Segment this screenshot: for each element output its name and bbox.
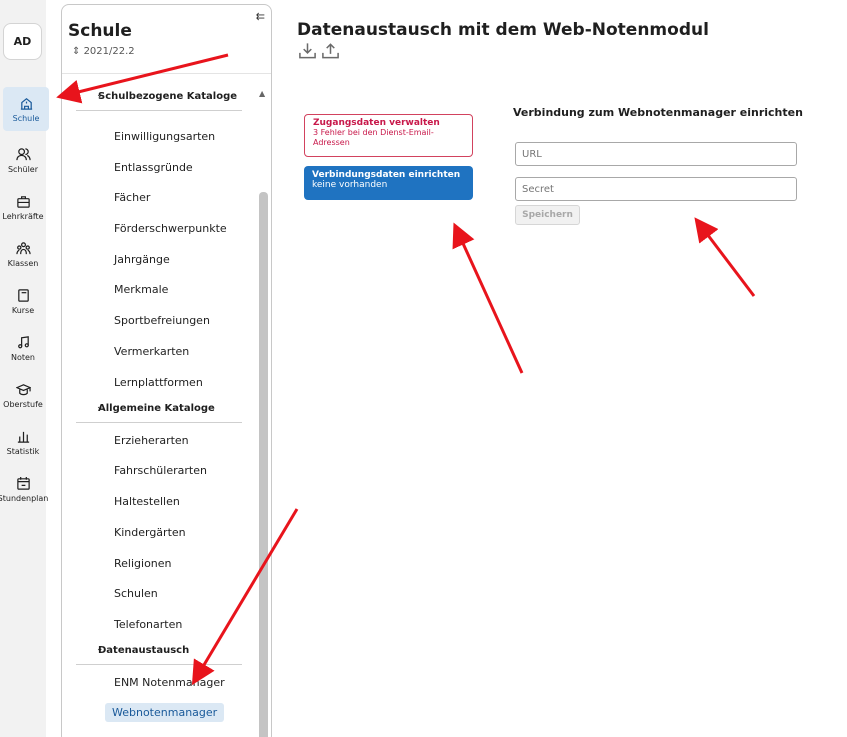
rail-item-label: Lehrkräfte <box>2 211 44 221</box>
rail-item-statistik[interactable]: Statistik <box>0 420 46 464</box>
group-divider <box>76 664 242 665</box>
chevron-down-icon: ⌄ <box>96 402 104 412</box>
group-title: Datenaustausch <box>98 645 190 656</box>
users-icon <box>15 147 31 160</box>
sidebar-item-einwilligungsarten[interactable]: Einwilligungsarten <box>114 130 215 143</box>
upload-icon[interactable] <box>321 42 340 60</box>
download-icon[interactable] <box>298 42 317 60</box>
group-divider <box>76 422 242 423</box>
setup-connection-button[interactable]: Verbindungsdaten einrichten keine vorhan… <box>304 166 473 200</box>
button-title: Verbindungsdaten einrichten <box>312 170 461 180</box>
sidebar-scrollbar[interactable] <box>259 192 268 737</box>
group-header-allgemeine-kataloge[interactable]: ⌄ Allgemeine Kataloge <box>76 402 242 414</box>
app-root: AD Schule Schüler Lehrkräfte Klassen Kur… <box>0 0 847 737</box>
music-note-icon <box>17 335 29 348</box>
sidebar-item-faecher[interactable]: Fächer <box>114 191 150 204</box>
page-title: Datenaustausch mit dem Web-Notenmodul <box>297 20 709 40</box>
sidebar-item-merkmale[interactable]: Merkmale <box>114 283 168 296</box>
sidebar-item-telefonarten[interactable]: Telefonarten <box>114 618 182 631</box>
rail-item-schueler[interactable]: Schüler <box>0 138 46 182</box>
bar-chart-icon <box>17 431 29 443</box>
collapse-left-icon[interactable]: ⇇ <box>256 10 265 23</box>
sidebar-item-fahrschuelerarten[interactable]: Fahrschülerarten <box>114 464 207 477</box>
school-year-selector[interactable]: ⇕ 2021/22.2 <box>72 46 135 57</box>
sidebar-item-kindergaerten[interactable]: Kindergärten <box>114 526 186 539</box>
sidebar-item-webnotenmanager[interactable]: Webnotenmanager <box>105 703 225 722</box>
sidebar-item-entlassgruende[interactable]: Entlassgründe <box>114 161 193 174</box>
save-button[interactable]: Speichern <box>515 205 580 225</box>
group-divider <box>76 110 242 111</box>
school-building-icon <box>20 97 32 110</box>
secret-input[interactable] <box>515 177 797 201</box>
manage-access-data-button[interactable]: Zugangsdaten verwalten 3 Fehler bei den … <box>304 114 473 157</box>
group-header-datenaustausch[interactable]: ⌄ Datenaustausch <box>76 644 242 656</box>
graduation-cap-icon <box>15 383 31 395</box>
rail-item-kurse[interactable]: Kurse <box>0 279 46 323</box>
sidebar-item-jahrgaenge[interactable]: Jahrgänge <box>114 253 170 266</box>
rail-item-noten[interactable]: Noten <box>0 326 46 370</box>
scroll-up-icon[interactable]: ▲ <box>259 89 265 98</box>
annotation-arrow <box>694 217 756 297</box>
rail-item-label: Klassen <box>7 258 39 268</box>
rail-item-label: Noten <box>10 352 35 362</box>
rail-item-oberstufe[interactable]: Oberstufe <box>0 373 46 417</box>
chevron-down-icon: ⌄ <box>96 644 104 654</box>
sidebar-item-vermerkarten[interactable]: Vermerkarten <box>114 345 189 358</box>
catalog-sidebar: ⇇ Schule ⇕ 2021/22.2 ▲ ⌄ Schulbezogene Ka… <box>61 4 272 737</box>
group-title: Schulbezogene Kataloge <box>98 91 238 102</box>
button-subtitle: keine vorhanden <box>312 180 388 190</box>
button-title: Zugangsdaten verwalten <box>313 118 440 128</box>
rail-item-schule[interactable]: Schule <box>3 87 49 131</box>
rail-item-label: Kurse <box>11 305 35 315</box>
rail-item-label: Stundenplan <box>0 493 49 503</box>
sidebar-item-haltestellen[interactable]: Haltestellen <box>114 495 180 508</box>
book-icon <box>17 288 29 302</box>
sidebar-item-religionen[interactable]: Religionen <box>114 557 172 570</box>
url-input[interactable] <box>515 142 797 166</box>
group-title: Allgemeine Kataloge <box>98 403 215 414</box>
sidebar-item-lernplattformen[interactable]: Lernplattformen <box>114 376 203 389</box>
sidebar-divider <box>62 73 271 74</box>
button-subtitle: 3 Fehler bei den Dienst-Email-Adressen <box>313 128 434 147</box>
briefcase-icon <box>16 195 30 208</box>
sidebar-item-enm-notenmanager[interactable]: ENM Notenmanager <box>114 676 225 689</box>
sidebar-item-sportbefreiungen[interactable]: Sportbefreiungen <box>114 314 210 327</box>
updown-icon: ⇕ <box>72 46 84 57</box>
rail-item-label: Schule <box>12 113 40 123</box>
rail-item-stundenplan[interactable]: Stundenplan <box>0 467 49 511</box>
calendar-icon <box>16 476 30 490</box>
rail-item-klassen[interactable]: Klassen <box>0 232 46 276</box>
sidebar-item-schulen[interactable]: Schulen <box>114 587 158 600</box>
toolbar-icons <box>298 42 340 60</box>
rail-item-label: Oberstufe <box>3 399 43 409</box>
group-icon <box>15 241 31 254</box>
sidebar-item-foerderschwerpunkte[interactable]: Förderschwerpunkte <box>114 222 227 235</box>
group-header-schulbezogene-kataloge[interactable]: ⌄ Schulbezogene Kataloge <box>76 90 242 102</box>
rail-item-lehrkraefte[interactable]: Lehrkräfte <box>0 185 46 229</box>
connection-form-title: Verbindung zum Webnotenmanager einrichte… <box>513 106 803 119</box>
rail-item-label: Statistik <box>6 446 40 456</box>
sidebar-title: Schule <box>68 21 132 41</box>
annotation-arrow <box>452 222 524 374</box>
chevron-down-icon: ⌄ <box>96 90 104 100</box>
user-avatar[interactable]: AD <box>3 23 42 60</box>
school-year-label: 2021/22.2 <box>83 46 135 57</box>
nav-rail: AD Schule Schüler Lehrkräfte Klassen Kur… <box>0 0 49 737</box>
rail-item-label: Schüler <box>7 164 39 174</box>
sidebar-item-erzieherarten[interactable]: Erzieherarten <box>114 434 189 447</box>
